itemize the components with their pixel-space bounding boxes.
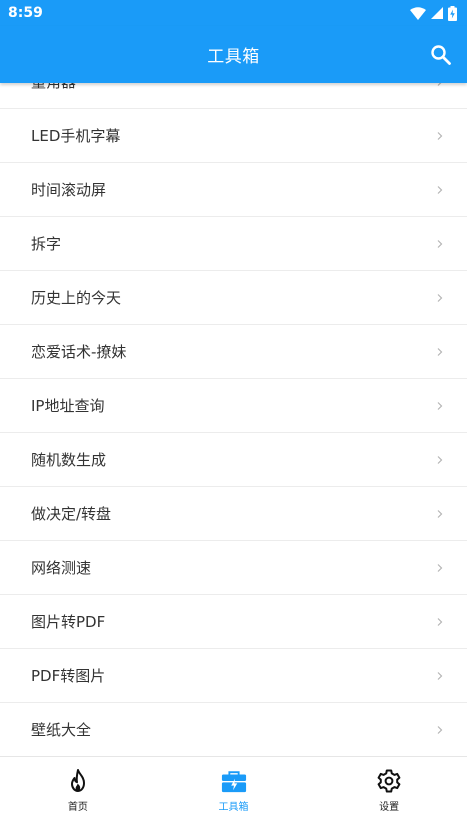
chevron-right-icon [437,563,443,572]
toolbox-icon [221,771,246,793]
list-item[interactable]: 做决定/转盘 [0,487,467,541]
nav-label-toolbox: 工具箱 [218,802,249,813]
list-item[interactable]: 图片转PDF [0,595,467,649]
nav-label-settings: 设置 [379,802,400,813]
chevron-right-icon [437,671,443,680]
status-time: 8:59 [8,5,43,21]
app-bar: 工具箱 [0,26,467,83]
battery-charging-icon [448,5,457,21]
chevron-right-icon [437,131,443,140]
list-item[interactable]: PDF转图片 [0,649,467,703]
chevron-right-icon [437,293,443,302]
list-item-label: 恋爱话术-撩妹 [31,343,127,361]
list-item[interactable]: 时间滚动屏 [0,163,467,217]
list-item-label: 做决定/转盘 [31,505,112,523]
list-item[interactable]: 历史上的今天 [0,271,467,325]
nav-label-home: 首页 [67,802,88,813]
wifi-icon [410,6,426,20]
bottom-nav: 首页 工具箱 设置 [0,756,467,830]
list-item[interactable]: 量角器 [0,83,467,109]
chevron-right-icon [437,347,443,356]
list-item-label: 壁纸大全 [31,721,92,739]
nav-item-home[interactable]: 首页 [0,757,156,830]
chevron-right-icon [437,455,443,464]
chevron-right-icon [437,83,441,86]
chevron-right-icon [437,239,443,248]
status-icons [410,5,457,21]
cellular-signal-icon [431,7,443,19]
nav-item-settings[interactable]: 设置 [311,757,467,830]
gear-icon [377,769,401,793]
list-item[interactable]: LED手机字幕 [0,109,467,163]
page-title: 工具箱 [207,47,260,67]
flame-icon [70,769,85,792]
list-item-label: 随机数生成 [31,451,107,469]
search-icon[interactable] [429,43,453,67]
list-item-label: PDF转图片 [31,667,106,685]
list-item[interactable]: IP地址查询 [0,379,467,433]
nav-item-toolbox[interactable]: 工具箱 [156,757,312,830]
list-item-label: 图片转PDF [31,613,106,631]
list-item-label: 历史上的今天 [31,289,122,307]
status-bar: 8:59 [0,0,467,26]
list-item-label: 网络测速 [31,559,92,577]
list-item[interactable]: 壁纸大全 [0,703,467,756]
list-item-label: 时间滚动屏 [31,181,107,199]
chevron-right-icon [437,725,443,734]
tool-list[interactable]: 量角器 LED手机字幕时间滚动屏拆字历史上的今天恋爱话术-撩妹 IP地址查询随机数生… [0,83,467,756]
list-item[interactable]: 恋爱话术-撩妹 [0,325,467,379]
list-item[interactable]: 随机数生成 [0,433,467,487]
chevron-right-icon [437,617,443,626]
tool-list-content: 量角器 LED手机字幕时间滚动屏拆字历史上的今天恋爱话术-撩妹 IP地址查询随机数生… [0,83,467,756]
list-item-label: LED手机字幕 [31,127,121,145]
chevron-right-icon [437,509,443,518]
chevron-right-icon [437,401,443,410]
list-item-label: 拆字 [31,235,62,253]
list-item-label: 量角器 [31,83,76,92]
list-item-label: IP地址查询 [31,397,105,415]
list-item[interactable]: 网络测速 [0,541,467,595]
list-item[interactable]: 拆字 [0,217,467,271]
chevron-right-icon [437,185,443,194]
